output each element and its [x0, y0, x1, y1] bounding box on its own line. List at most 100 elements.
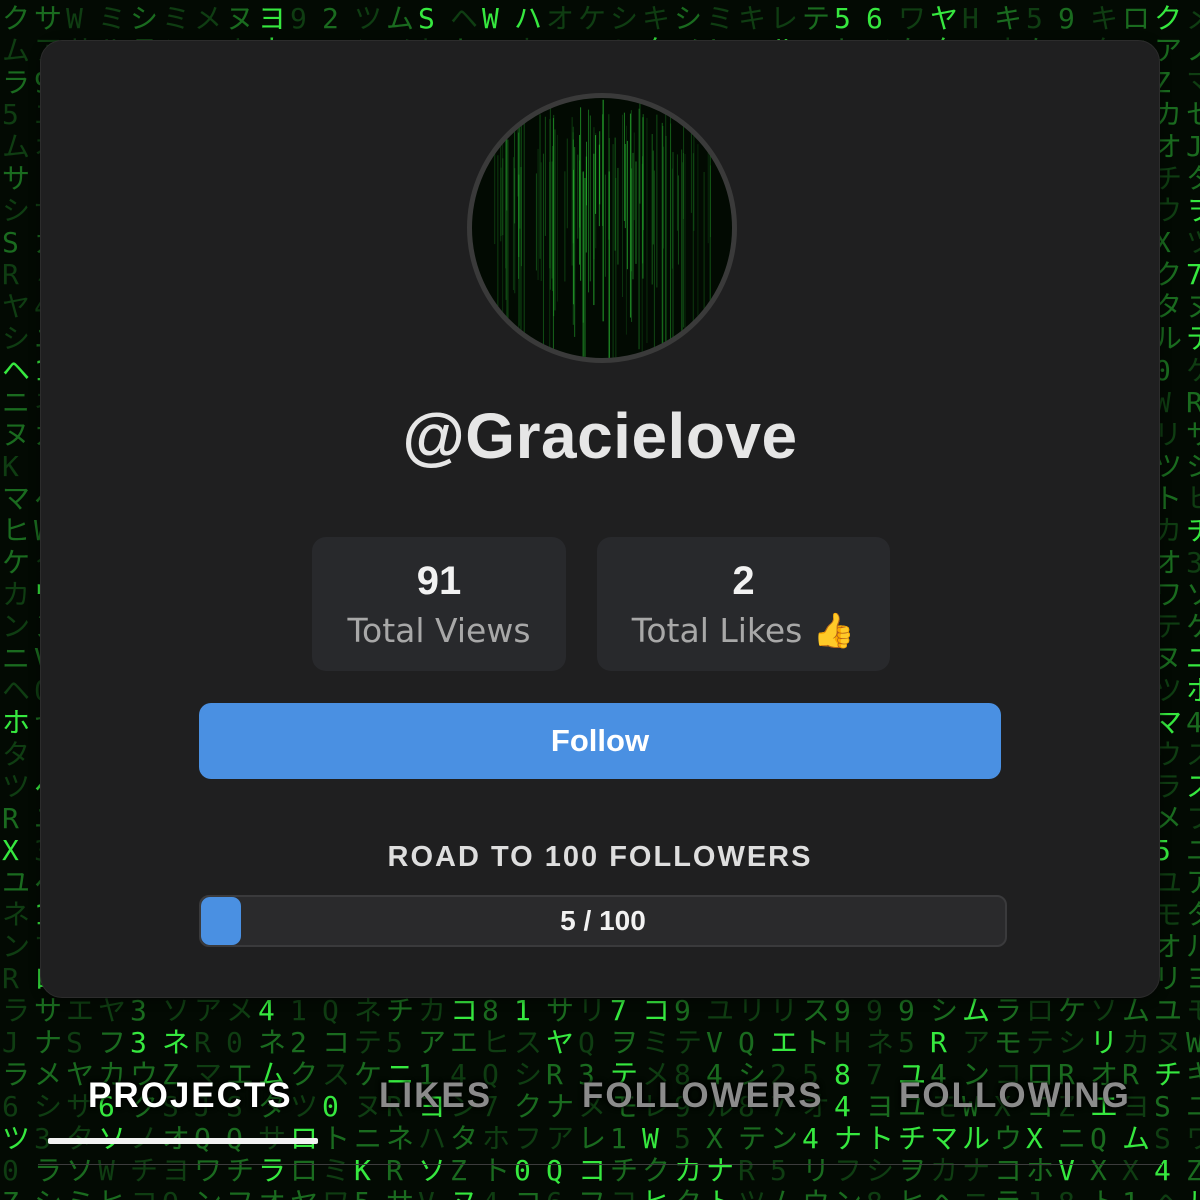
- avatar-streak: [539, 114, 541, 259]
- avatar-streak: [651, 134, 653, 285]
- matrix-glyph: ア: [1186, 866, 1200, 899]
- avatar-streak: [608, 171, 610, 358]
- matrix-glyph: メ: [226, 994, 254, 1027]
- tab-following[interactable]: FOLLOWING: [899, 1076, 1131, 1116]
- tab-likes[interactable]: LIKES: [379, 1076, 492, 1116]
- total-views-label: Total Views: [347, 611, 531, 650]
- avatar-streak: [614, 137, 616, 251]
- matrix-glyph: ワ: [898, 2, 926, 35]
- avatar-streak: [595, 135, 597, 214]
- matrix-glyph: ユ: [2, 866, 30, 899]
- avatar-streak: [540, 162, 542, 282]
- avatar-streak: [599, 131, 601, 205]
- followers-progress-bar: 5 / 100: [199, 895, 1007, 947]
- matrix-glyph: ム: [1122, 994, 1150, 1027]
- active-tab-underline: [48, 1138, 318, 1144]
- matrix-glyph: W: [482, 2, 499, 35]
- matrix-glyph: リ: [770, 994, 798, 1027]
- matrix-glyph: サ: [546, 994, 574, 1027]
- matrix-glyph: メ: [1186, 2, 1200, 35]
- total-likes-value: 2: [732, 559, 755, 603]
- matrix-glyph: ツ: [1186, 226, 1200, 259]
- avatar-streak: [633, 132, 635, 221]
- matrix-glyph: 9: [674, 994, 691, 1027]
- avatar-streak: [697, 144, 699, 331]
- matrix-glyph: 3: [130, 994, 147, 1027]
- matrix-glyph: ヨ: [258, 2, 286, 35]
- thumbs-up-icon: 👍: [812, 611, 856, 651]
- matrix-glyph: レ: [770, 2, 798, 35]
- avatar[interactable]: [467, 93, 737, 363]
- matrix-glyph: ロ: [1026, 994, 1054, 1027]
- followers-progress-text: 5 / 100: [560, 905, 646, 936]
- matrix-glyph: ヘ: [2, 674, 30, 707]
- matrix-glyph: タ: [2, 738, 30, 771]
- matrix-glyph: 9: [834, 994, 851, 1027]
- matrix-glyph: 7: [1186, 258, 1200, 291]
- matrix-glyph: ヌ: [226, 2, 254, 35]
- matrix-glyph: ロ: [1122, 2, 1150, 35]
- avatar-streak: [641, 163, 643, 358]
- matrix-glyph: シ: [674, 2, 702, 35]
- matrix-glyph: R: [2, 962, 19, 995]
- avatar-streak: [574, 147, 576, 337]
- matrix-glyph: シ: [2, 194, 30, 227]
- matrix-glyph: セ: [1186, 98, 1200, 131]
- matrix-glyph: 9: [1058, 2, 1075, 35]
- matrix-glyph: マ: [2, 482, 30, 515]
- matrix-glyph: 9: [866, 994, 883, 1027]
- matrix-glyph: コ: [642, 994, 670, 1027]
- avatar-streak: [552, 118, 554, 358]
- matrix-glyph: シ: [930, 994, 958, 1027]
- matrix-glyph: ム: [962, 994, 990, 1027]
- avatar-streak: [682, 162, 684, 358]
- avatar-streak: [629, 113, 631, 318]
- profile-tabs: PROJECTS LIKES FOLLOWERS FOLLOWING: [0, 1040, 1200, 1200]
- avatar-streak: [584, 177, 586, 358]
- avatar-streak: [624, 144, 626, 229]
- avatar-streak: [692, 153, 694, 355]
- matrix-glyph: ユ: [1154, 994, 1182, 1027]
- avatar-streak: [604, 174, 606, 277]
- matrix-glyph: マ: [1186, 66, 1200, 99]
- avatar-matrix-image: [494, 99, 712, 358]
- total-likes-label-row: Total Likes 👍: [597, 609, 890, 653]
- avatar-streak: [582, 172, 584, 358]
- avatar-streak: [544, 116, 546, 236]
- matrix-glyph: カ: [418, 994, 446, 1027]
- matrix-glyph: 5: [1026, 2, 1043, 35]
- avatar-streak: [507, 139, 509, 324]
- matrix-glyph: ツ: [354, 2, 382, 35]
- avatar-streak: [653, 170, 655, 358]
- matrix-glyph: R: [2, 258, 19, 291]
- matrix-glyph: 1: [290, 994, 307, 1027]
- matrix-glyph: チ: [1186, 514, 1200, 547]
- matrix-glyph: ケ: [1058, 994, 1086, 1027]
- avatar-streak: [589, 115, 591, 282]
- matrix-glyph: 6: [866, 2, 883, 35]
- avatar-streak: [512, 157, 514, 291]
- avatar-streak: [656, 114, 658, 288]
- matrix-glyph: オ: [546, 2, 574, 35]
- tab-projects[interactable]: PROJECTS: [88, 1076, 293, 1116]
- total-likes-label: Total Likes: [631, 611, 803, 650]
- matrix-glyph: キ: [738, 2, 766, 35]
- follow-button[interactable]: Follow: [199, 703, 1001, 779]
- matrix-glyph: 9: [898, 994, 915, 1027]
- avatar-streak: [502, 122, 504, 357]
- total-views-stat: 91 Total Views: [312, 537, 566, 671]
- matrix-glyph: ツ: [2, 770, 30, 803]
- avatar-streak: [665, 135, 667, 358]
- matrix-glyph: キ: [1090, 2, 1118, 35]
- matrix-glyph: サ: [1186, 418, 1200, 451]
- avatar-streak: [677, 175, 679, 265]
- avatar-streak: [684, 153, 686, 358]
- matrix-glyph: ス: [1186, 770, 1200, 803]
- matrix-glyph: ケ: [1186, 610, 1200, 643]
- matrix-glyph: ヌ: [1186, 290, 1200, 323]
- tab-followers[interactable]: FOLLOWERS: [582, 1076, 824, 1116]
- matrix-glyph: ケ: [2, 546, 30, 579]
- matrix-glyph: ラ: [2, 66, 30, 99]
- avatar-streak: [535, 173, 537, 271]
- avatar-streak: [593, 153, 595, 306]
